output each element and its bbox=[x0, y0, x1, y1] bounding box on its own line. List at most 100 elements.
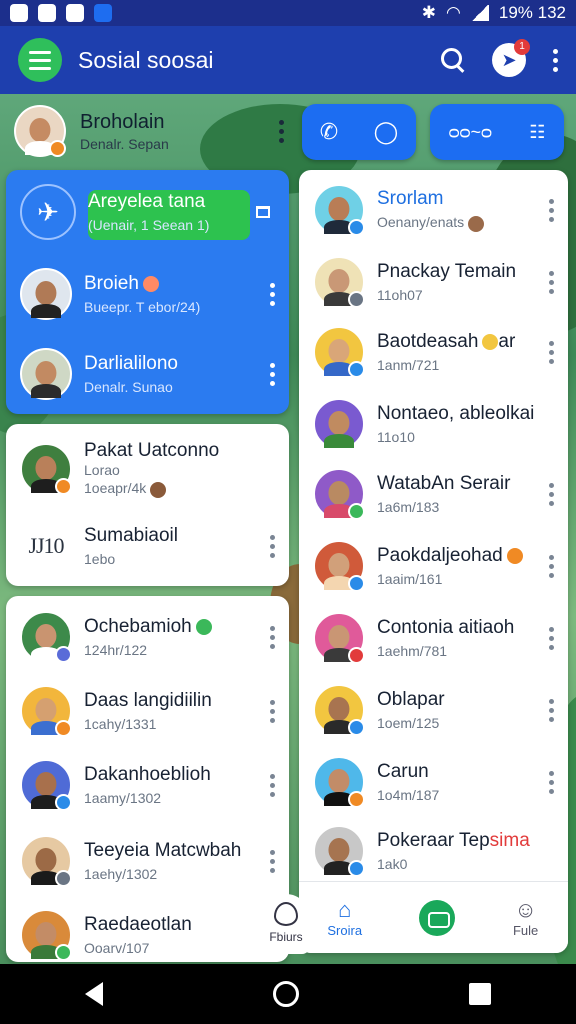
status-badge bbox=[348, 575, 365, 592]
item-menu-icon[interactable] bbox=[548, 626, 554, 650]
app-bar: Sosial soosai ➤ 1 bbox=[0, 26, 576, 94]
list-item[interactable]: WatabAn Serair 1a6m/183 bbox=[299, 460, 568, 528]
system-navigation-bar bbox=[0, 964, 576, 1024]
item-menu-icon[interactable] bbox=[548, 340, 554, 364]
item-subtitle: 1anm/721 bbox=[377, 357, 440, 373]
list-item[interactable]: Broieh Bueepr. T ebor/24) bbox=[6, 264, 289, 324]
user-menu-icon[interactable] bbox=[278, 119, 284, 143]
chat-list-card-a: Pakat Uatconno Lorao 1oeapr/4k JJ10 Suma… bbox=[6, 424, 289, 586]
item-name: Raedaeotlan bbox=[84, 914, 192, 935]
item-name: Oblapar bbox=[377, 689, 445, 710]
avatar bbox=[313, 756, 365, 808]
list-item[interactable]: Carun 1o4m/187 bbox=[299, 748, 568, 816]
story-toggle[interactable]: ᴑᴑ~ᴑ bbox=[449, 122, 492, 143]
list-item[interactable]: Nontaeo, ableolkai 11o10 bbox=[299, 390, 568, 458]
grid-view-icon[interactable]: ☷ bbox=[529, 122, 545, 143]
avatar bbox=[20, 759, 72, 811]
recents-icon[interactable] bbox=[469, 983, 491, 1005]
app-title: Sosial soosai bbox=[78, 46, 214, 73]
item-name: Broieh bbox=[84, 273, 263, 295]
current-user-row[interactable]: Broholain Denalr. Sepan bbox=[14, 100, 284, 162]
avatar bbox=[313, 612, 365, 664]
list-item[interactable]: Srorlam Oenany/enats bbox=[299, 176, 568, 244]
item-name: Daas langidiilin bbox=[84, 690, 212, 711]
item-menu-icon[interactable] bbox=[269, 773, 275, 797]
item-name: Ochebamioh bbox=[84, 616, 263, 638]
back-icon[interactable] bbox=[85, 982, 103, 1006]
item-menu-icon[interactable] bbox=[269, 699, 275, 723]
item-menu-icon[interactable] bbox=[548, 270, 554, 294]
item-menu-icon[interactable] bbox=[548, 482, 554, 506]
item-menu-icon[interactable] bbox=[269, 849, 275, 873]
item-subtitle: Lorao bbox=[84, 462, 120, 479]
menu-logo-button[interactable] bbox=[18, 38, 62, 82]
user-subtitle: Denalr. Sepan bbox=[80, 135, 169, 152]
status-badge bbox=[55, 794, 72, 811]
status-badge bbox=[348, 503, 365, 520]
item-menu-icon[interactable] bbox=[548, 198, 554, 222]
wifi-icon: ◠ bbox=[446, 3, 461, 22]
item-name: Darlialilono bbox=[84, 353, 178, 374]
list-item[interactable]: Darlialilono Denalr. Sunao bbox=[6, 344, 289, 404]
item-subtitle: Oenany/enats bbox=[377, 214, 542, 232]
list-item[interactable]: ✈ Areyelea tana (Uenair, 1 Seean 1) bbox=[6, 182, 289, 242]
list-item[interactable]: Paokdaljeohad 1aaim/161 bbox=[299, 532, 568, 600]
list-item[interactable]: Pnackay Temain 11oh07 bbox=[299, 248, 568, 316]
nav-favorites[interactable]: Fbiurs bbox=[262, 894, 310, 954]
quick-actions-group: ✆ ◯ bbox=[302, 104, 416, 160]
home-icon: ⌂ bbox=[338, 897, 352, 922]
list-item[interactable]: Raedaeotlan Ooarv/107 bbox=[6, 902, 289, 962]
item-subtitle-2: 1oeapr/4k bbox=[84, 480, 275, 498]
battery-time: 19% 132 bbox=[498, 3, 566, 22]
item-subtitle: Denalr. Sunao bbox=[84, 379, 173, 395]
avatar bbox=[20, 348, 72, 400]
item-menu-icon[interactable] bbox=[269, 362, 275, 386]
item-subtitle: 1aamy/1302 bbox=[84, 790, 162, 806]
list-item[interactable]: Teeyeia Matcwbah 1aehy/1302 bbox=[6, 828, 289, 894]
nav-home[interactable]: ⌂ Sroira bbox=[327, 897, 362, 938]
user-name: Broholain bbox=[80, 110, 165, 133]
item-menu-icon[interactable] bbox=[269, 625, 275, 649]
item-menu-icon[interactable] bbox=[548, 770, 554, 794]
item-subtitle: Ooarv/107 bbox=[84, 940, 150, 956]
notifications-button[interactable]: ➤ 1 bbox=[492, 39, 530, 77]
nav-compose[interactable] bbox=[418, 899, 455, 936]
item-menu-icon[interactable] bbox=[269, 282, 275, 306]
notification-badge: 1 bbox=[514, 39, 530, 55]
avatar bbox=[313, 256, 365, 308]
list-item[interactable]: JJ10 Sumabiaoil 1ebo bbox=[6, 516, 289, 576]
item-subtitle: 1o4m/187 bbox=[377, 787, 440, 803]
item-subtitle: 1cahy/1331 bbox=[84, 716, 157, 732]
home-circle-icon[interactable] bbox=[273, 981, 299, 1007]
status-badge bbox=[55, 478, 72, 495]
item-name: Areyelea tana bbox=[88, 191, 206, 212]
item-name: WatabAn Serair bbox=[377, 473, 511, 494]
item-name: Pokeraar Tepsima bbox=[377, 830, 530, 851]
chat-list-card-b: Ochebamioh 124hr/122 Daas langidiilin 1c… bbox=[6, 596, 289, 962]
search-icon[interactable] bbox=[440, 47, 466, 73]
nav-profile[interactable]: ☺ Fule bbox=[512, 897, 540, 938]
call-icon[interactable]: ✆ bbox=[320, 119, 338, 145]
list-item[interactable]: Dakanhoeblioh 1aamy/1302 bbox=[6, 752, 289, 818]
item-subtitle: (Uenair, 1 Seean 1) bbox=[88, 217, 210, 233]
item-menu-icon[interactable] bbox=[548, 554, 554, 578]
list-item[interactable]: Contonia aitiaoh 1aehm/781 bbox=[299, 604, 568, 672]
notification-icon bbox=[10, 4, 28, 22]
list-item[interactable]: Oblapar 1oem/125 bbox=[299, 676, 568, 744]
list-item[interactable]: Daas langidiilin 1cahy/1331 bbox=[6, 678, 289, 744]
avatar bbox=[313, 684, 365, 736]
item-subtitle: Bueepr. T ebor/24) bbox=[84, 299, 201, 315]
list-item[interactable]: Pokeraar Tepsima 1ak0 bbox=[299, 820, 568, 882]
list-item[interactable]: Ochebamioh 124hr/122 bbox=[6, 604, 289, 670]
item-menu-icon[interactable] bbox=[269, 534, 275, 558]
avatar bbox=[313, 184, 365, 236]
item-menu-icon[interactable] bbox=[548, 698, 554, 722]
chat-icon[interactable]: ◯ bbox=[374, 119, 399, 145]
list-item[interactable]: Baotdeasah ar 1anm/721 bbox=[299, 318, 568, 386]
overflow-menu-icon[interactable] bbox=[552, 48, 558, 72]
avatar bbox=[313, 468, 365, 520]
item-subtitle: 1a6m/183 bbox=[377, 499, 440, 515]
emoji-icon bbox=[468, 215, 485, 232]
list-item[interactable]: Pakat Uatconno Lorao 1oeapr/4k bbox=[6, 434, 289, 504]
nav-favorites-label: Fbiurs bbox=[269, 930, 303, 944]
